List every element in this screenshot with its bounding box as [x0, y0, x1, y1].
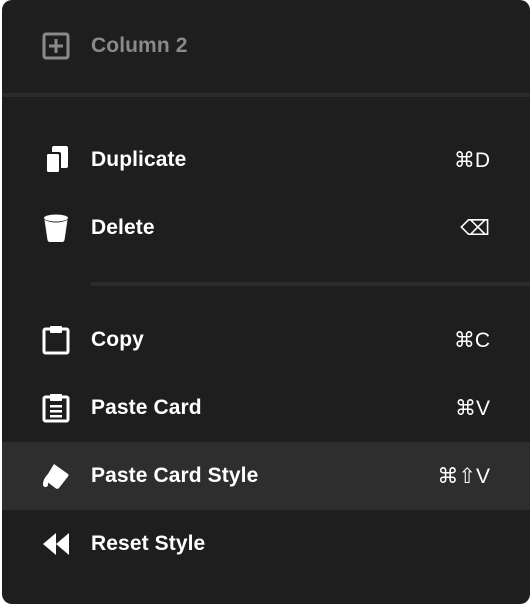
shortcut-label: ⌫ — [460, 216, 490, 240]
menu-separator — [2, 93, 530, 97]
shortcut-label: ⌘V — [454, 396, 490, 420]
menu-item-label: Reset Style — [91, 532, 206, 555]
menu-item-paste-card-style[interactable]: Paste Card Style ⌘⇧V — [2, 442, 530, 510]
menu-item-label: Column 2 — [91, 34, 188, 57]
menu-item-label: Paste Card — [91, 396, 202, 419]
menu-item-label: Copy — [91, 328, 144, 351]
clipboard-list-icon — [40, 392, 72, 424]
menu-separator — [91, 282, 530, 286]
menu-item-delete[interactable]: Delete ⌫ — [2, 194, 530, 262]
menu-item-paste-card[interactable]: Paste Card ⌘V — [2, 374, 530, 442]
menu-item-label: Duplicate — [91, 148, 187, 171]
menu-item-reset-style[interactable]: Reset Style — [2, 510, 530, 578]
rewind-icon — [40, 528, 72, 560]
clipboard-icon — [40, 324, 72, 356]
menu-item-copy[interactable]: Copy ⌘C — [2, 306, 530, 374]
shortcut-label: ⌘D — [453, 148, 490, 172]
menu-item-column-2: Column 2 — [2, 12, 530, 80]
context-menu: Column 2 Duplicate ⌘D Delete ⌫ Copy ⌘C P… — [2, 0, 530, 604]
plus-square-icon — [40, 30, 72, 62]
shortcut-label: ⌘C — [453, 328, 490, 352]
shortcut-label: ⌘⇧V — [437, 464, 490, 488]
paint-bucket-icon — [40, 460, 72, 492]
menu-item-label: Paste Card Style — [91, 464, 259, 487]
duplicate-icon — [40, 144, 72, 176]
menu-item-label: Delete — [91, 216, 155, 239]
menu-item-duplicate[interactable]: Duplicate ⌘D — [2, 126, 530, 194]
trash-icon — [40, 212, 72, 244]
